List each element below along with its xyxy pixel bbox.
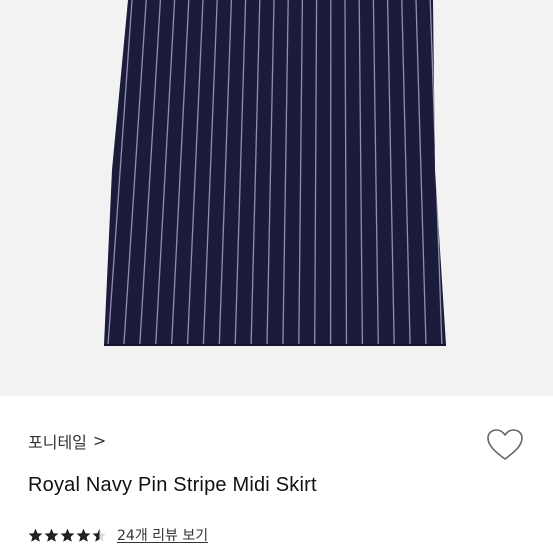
star-full-icon — [60, 528, 75, 542]
product-page: 포니테일 > Royal Navy Pin Stripe Midi Skirt … — [0, 0, 553, 553]
star-full-icon — [28, 528, 43, 542]
star-rating — [28, 527, 107, 543]
chevron-right-icon: > — [92, 431, 107, 450]
skirt-photo — [104, 0, 446, 346]
heart-outline-icon[interactable] — [486, 428, 524, 462]
product-title: Royal Navy Pin Stripe Midi Skirt — [28, 474, 317, 496]
star-full-icon — [76, 528, 91, 542]
brand-name: 포니테일 — [28, 433, 87, 452]
star-full-icon — [44, 528, 59, 542]
brand-link[interactable]: 포니테일 > — [28, 430, 107, 453]
rating-row: 24개 리뷰 보기 — [28, 526, 208, 544]
review-link[interactable]: 24개 리뷰 보기 — [117, 525, 208, 545]
product-image — [0, 0, 553, 396]
star-half-icon — [92, 528, 107, 542]
product-info: 포니테일 > Royal Navy Pin Stripe Midi Skirt … — [0, 396, 553, 553]
